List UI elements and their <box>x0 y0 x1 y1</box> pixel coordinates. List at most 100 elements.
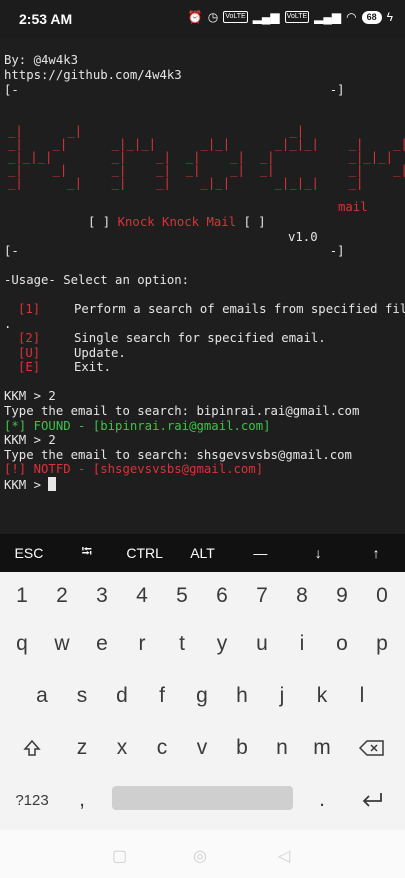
key-v[interactable]: v <box>182 728 222 768</box>
key-u[interactable]: u <box>242 624 282 664</box>
key-4[interactable]: 4 <box>122 576 162 616</box>
key-8[interactable]: 8 <box>282 576 322 616</box>
enter-icon <box>362 793 382 807</box>
menu-item: [1] Perform a search of emails from speci… <box>4 302 405 317</box>
key-h[interactable]: h <box>222 676 262 716</box>
session-line: Type the email to search: bipinrai.rai@g… <box>4 404 360 418</box>
alt-key[interactable]: ALT <box>174 534 232 572</box>
symbols-key[interactable]: ?123 <box>4 780 60 820</box>
keyboard-row-top: q w e r t y u i o p <box>0 624 405 664</box>
key-c[interactable]: c <box>142 728 182 768</box>
key-e[interactable]: e <box>82 624 122 664</box>
arrow-up-key[interactable]: ↑ <box>347 534 405 572</box>
version-label: v1.0 <box>288 230 318 244</box>
key-0[interactable]: 0 <box>362 576 402 616</box>
key-b[interactable]: b <box>222 728 262 768</box>
banner-bracket-bottom: [- -] <box>4 244 345 258</box>
alarm-icon: ◷ <box>207 10 219 24</box>
tab-key[interactable]: ⭾ <box>58 534 116 572</box>
key-j[interactable]: j <box>262 676 302 716</box>
esc-key[interactable]: ESC <box>0 534 58 572</box>
menu-item: [E] Exit. <box>4 360 111 375</box>
github-url-line: https://github.com/4w4k3 <box>4 68 182 82</box>
key-o[interactable]: o <box>322 624 362 664</box>
status-icons: ⏰ ◷ VoLTE ▂▄▆ VoLTE ▂▄▆ ◠ 68 ϟ <box>188 10 393 24</box>
usage-line: -Usage- Select an option: <box>4 273 190 287</box>
shift-arrow-icon <box>23 739 41 756</box>
title-close-bracket: [ ] <box>236 215 266 229</box>
period-key[interactable]: . <box>302 780 342 820</box>
wrap-dot: . <box>4 317 12 331</box>
menu-text: Perform a search of emails from specifie… <box>74 302 405 316</box>
key-7[interactable]: 7 <box>242 576 282 616</box>
backspace-key[interactable] <box>348 728 396 768</box>
space-key[interactable] <box>112 786 293 810</box>
text-cursor <box>48 477 57 491</box>
knock-ascii-logo: _| _| _| _| _| _|_|_| _|_| _|_|_| _| _| … <box>8 124 405 190</box>
key-x[interactable]: x <box>102 728 142 768</box>
dash-key[interactable]: — <box>231 534 289 572</box>
shift-key[interactable] <box>8 728 56 768</box>
keyboard-row-bottom: z x c v b n m <box>0 728 405 768</box>
key-3[interactable]: 3 <box>82 576 122 616</box>
key-i[interactable]: i <box>282 624 322 664</box>
key-q[interactable]: q <box>2 624 42 664</box>
key-f[interactable]: f <box>142 676 182 716</box>
key-s[interactable]: s <box>62 676 102 716</box>
ctrl-key[interactable]: CTRL <box>116 534 174 572</box>
volte-2-icon: VoLTE <box>284 11 310 23</box>
volte-icon: VoLTE <box>223 11 248 23</box>
alarm-off-icon: ⏰ <box>187 10 203 24</box>
status-time: 2:53 AM <box>19 11 73 27</box>
terminal-screen[interactable]: By: @4w4k3 https://github.com/4w4k3 [- -… <box>0 38 405 534</box>
menu-text: Exit. <box>74 360 112 374</box>
key-w[interactable]: w <box>42 624 82 664</box>
key-5[interactable]: 5 <box>162 576 202 616</box>
wifi-icon: ◠ <box>346 10 357 24</box>
key-g[interactable]: g <box>182 676 222 716</box>
key-a[interactable]: a <box>22 676 62 716</box>
keyboard-row-numbers: 1 2 3 4 5 6 7 8 9 0 <box>0 576 405 616</box>
key-2[interactable]: 2 <box>42 576 82 616</box>
key-r[interactable]: r <box>122 624 162 664</box>
banner-bracket-top: [- -] <box>4 83 345 97</box>
menu-item: [U] Update. <box>4 346 126 361</box>
recents-icon[interactable]: ▢ <box>112 846 127 866</box>
key-y[interactable]: y <box>202 624 242 664</box>
menu-text: Update. <box>74 346 126 360</box>
key-k[interactable]: k <box>302 676 342 716</box>
signal-2-icon: ▂▄▆ <box>314 10 342 24</box>
key-t[interactable]: t <box>162 624 202 664</box>
title-text: Knock Knock Mail <box>117 215 237 229</box>
key-9[interactable]: 9 <box>322 576 362 616</box>
session-line: KKM > 2 <box>4 389 56 403</box>
back-icon[interactable]: ◁ <box>278 846 290 866</box>
prompt: KKM > <box>4 478 49 492</box>
key-m[interactable]: m <box>302 728 342 768</box>
key-d[interactable]: d <box>102 676 142 716</box>
found-result-line: [*] FOUND - [bipinrai.rai@gmail.com] <box>4 419 271 433</box>
session-line: Type the email to search: shsgevsvsbs@gm… <box>4 448 352 462</box>
charging-icon: ϟ <box>386 10 393 24</box>
key-z[interactable]: z <box>62 728 102 768</box>
backspace-icon <box>359 740 384 756</box>
battery-icon: 68 <box>361 10 382 24</box>
keyboard-row-home: a s d f g h j k l <box>0 676 405 716</box>
key-p[interactable]: p <box>362 624 402 664</box>
key-l[interactable]: l <box>342 676 382 716</box>
session-line: KKM > 2 <box>4 433 56 447</box>
prompt-line[interactable]: KKM > <box>4 477 57 493</box>
notfound-result-line: [!] NOTFD - [shsgevsvsbs@gmail.com] <box>4 462 264 476</box>
key-1[interactable]: 1 <box>2 576 42 616</box>
key-6[interactable]: 6 <box>202 576 242 616</box>
key-n[interactable]: n <box>262 728 302 768</box>
home-icon[interactable]: ◎ <box>193 846 207 866</box>
author-line: By: @4w4k3 <box>4 53 79 67</box>
comma-key[interactable]: , <box>62 780 102 820</box>
enter-key[interactable] <box>348 780 396 820</box>
arrow-down-key[interactable]: ↓ <box>289 534 347 572</box>
keyboard-row-space: ?123 , . <box>0 780 405 820</box>
system-nav-bar: ▢ ◎ ◁ <box>0 830 405 878</box>
ascii-mail-label: mail <box>338 200 368 214</box>
signal-icon: ▂▄▆ <box>252 10 280 24</box>
